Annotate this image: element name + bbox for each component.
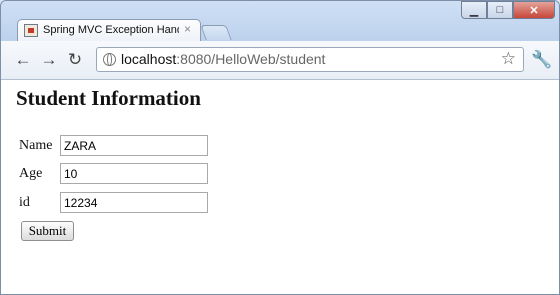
forward-arrow-icon[interactable]: → — [39, 50, 59, 70]
maximize-button[interactable]: □ — [487, 1, 513, 19]
id-input[interactable]: 12234 — [60, 192, 208, 213]
tab-title: Spring MVC Exception Hand — [43, 24, 179, 36]
new-tab-button[interactable] — [200, 25, 232, 40]
wrench-menu-icon[interactable]: 🔧 — [531, 50, 552, 70]
page-content: Student Information Name ZARA Age 10 id … — [1, 80, 559, 294]
browser-window: Spring MVC Exception Hand × ▁ □ ✕ ← → ↻ … — [0, 0, 560, 295]
browser-tab[interactable]: Spring MVC Exception Hand × — [17, 19, 201, 42]
globe-icon — [103, 53, 116, 66]
tab-close-icon[interactable]: × — [184, 22, 191, 36]
address-bar[interactable]: localhost:8080/HelloWeb/student ☆ — [96, 47, 524, 72]
url-path: :8080/HelloWeb/student — [176, 51, 326, 67]
age-label: Age — [19, 166, 43, 181]
title-bar: Spring MVC Exception Hand × ▁ □ ✕ — [1, 1, 559, 42]
reload-icon[interactable]: ↻ — [65, 50, 85, 70]
id-label: id — [19, 195, 30, 210]
page-favicon-icon — [24, 24, 38, 37]
url-text[interactable]: localhost:8080/HelloWeb/student — [121, 51, 325, 67]
age-input[interactable]: 10 — [60, 163, 208, 184]
close-window-button[interactable]: ✕ — [513, 1, 555, 19]
page-title: Student Information — [16, 86, 201, 110]
browser-toolbar: ← → ↻ localhost:8080/HelloWeb/student ☆ … — [1, 41, 559, 80]
name-label: Name — [19, 138, 53, 153]
name-input[interactable]: ZARA — [60, 135, 208, 156]
window-controls: ▁ □ ✕ — [461, 1, 555, 20]
back-arrow-icon[interactable]: ← — [13, 50, 33, 70]
submit-button[interactable]: Submit — [21, 221, 74, 241]
url-host: localhost — [121, 51, 177, 67]
bookmark-star-icon[interactable]: ☆ — [501, 49, 516, 69]
minimize-button[interactable]: ▁ — [461, 1, 487, 19]
